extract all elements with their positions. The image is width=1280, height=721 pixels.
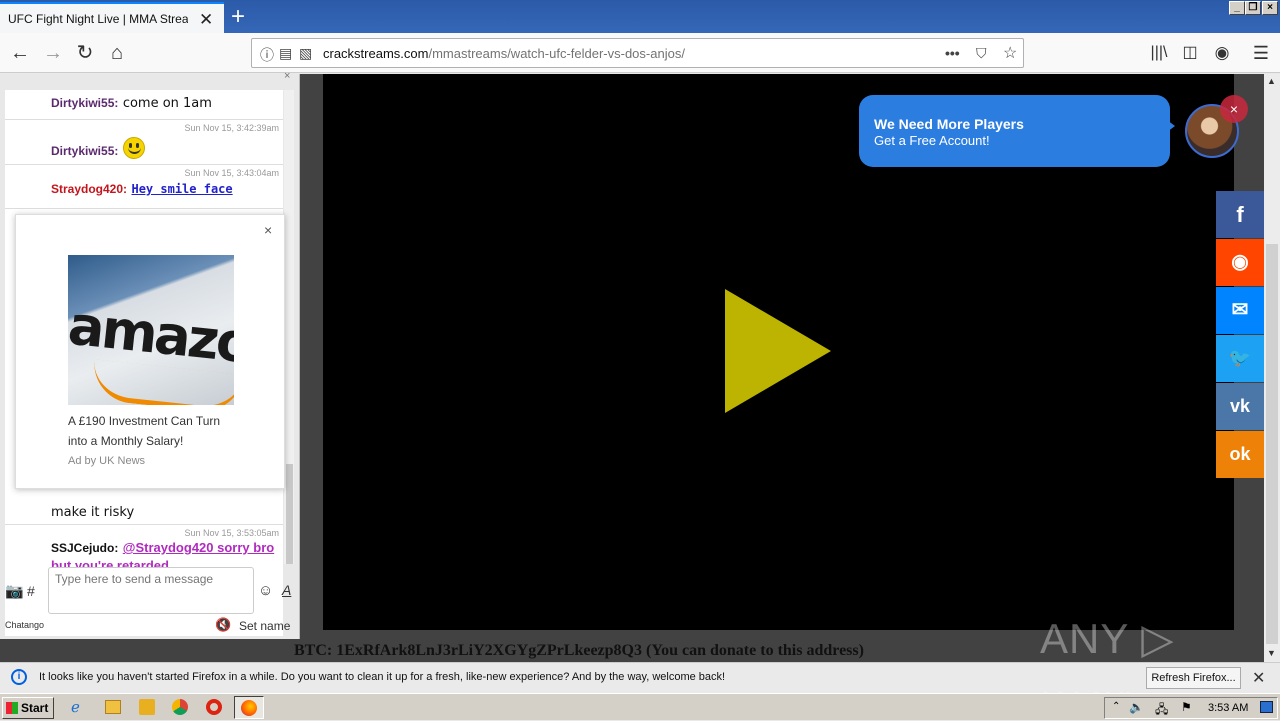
menu-icon[interactable]: ☰	[1249, 41, 1273, 65]
text-style-icon[interactable]: A	[282, 582, 291, 598]
btc-donation-text: BTC: 1ExRfArk8LnJ3rLiY2XGYgZPrLkeezp8Q3 …	[294, 642, 864, 659]
explorer-icon[interactable]	[105, 700, 121, 714]
page-actions-icon[interactable]: •••	[945, 45, 960, 61]
chat-timestamp: Sun Nov 15, 3:43:04am	[184, 168, 279, 178]
mute-icon[interactable]: 🔇	[215, 617, 231, 633]
url-text: crackstreams.com/mmastreams/watch-ufc-fe…	[323, 46, 685, 61]
reddit-share-icon[interactable]: ◉	[1216, 239, 1264, 286]
tray-expand-icon[interactable]: ⌃	[1112, 701, 1120, 712]
ad-close-icon[interactable]: ×	[264, 222, 272, 238]
promo-bubble[interactable]: We Need More Players Get a Free Account!	[859, 95, 1170, 167]
ad-image-text: amazo	[68, 293, 234, 376]
bookmark-star-icon[interactable]: ☆	[1003, 43, 1017, 63]
chat-message: Dirtykiwi55: come on 1am	[5, 90, 283, 120]
network-icon[interactable]: 🖧	[1155, 700, 1168, 721]
chat-scrollbar-thumb[interactable]	[286, 464, 293, 564]
promo-close-icon[interactable]: ×	[1220, 95, 1248, 123]
chat-close-icon[interactable]: ×	[284, 70, 290, 82]
restore-icon[interactable]: ❐	[1245, 1, 1261, 15]
show-desktop-icon[interactable]	[1260, 701, 1273, 713]
forward-icon[interactable]: →	[41, 41, 65, 65]
nav-bar: ← → ↻ ⌂ ⓘ ▤ ▧ crackstreams.com/mmastream…	[0, 33, 1280, 73]
firefox-taskbar-button[interactable]	[234, 696, 264, 719]
chat-username[interactable]: Dirtykiwi55:	[51, 144, 118, 158]
info-icon[interactable]: ⓘ	[260, 45, 274, 65]
ad-headline[interactable]: A £190 Investment Can Turn into a Monthl…	[68, 411, 238, 451]
promo-bubble-tail	[1163, 117, 1175, 135]
chat-username[interactable]: SSJCejudo:	[51, 541, 118, 555]
page-scrollbar[interactable]: ▲ ▼	[1264, 74, 1280, 662]
account-icon[interactable]: ◉	[1210, 41, 1234, 65]
chatango-logo[interactable]: Chatango	[5, 620, 44, 630]
notification-bar: i It looks like you haven't started Fire…	[0, 662, 1280, 692]
chat-timestamp: Sun Nov 15, 3:53:05am	[184, 528, 279, 538]
refresh-firefox-button[interactable]: Refresh Firefox...	[1146, 667, 1241, 689]
url-bar[interactable]: ⓘ ▤ ▧ crackstreams.com/mmastreams/watch-…	[251, 38, 1024, 68]
firefox-icon	[241, 700, 257, 716]
opera-icon[interactable]	[206, 699, 222, 715]
facebook-share-icon[interactable]: f	[1216, 191, 1264, 238]
start-button[interactable]: Start	[2, 697, 54, 719]
set-name-button[interactable]: Set name	[239, 619, 290, 633]
tab-strip: UFC Fight Night Live | MMA Streams | U ✕…	[0, 0, 1280, 33]
sidebar-icon[interactable]: ◫	[1178, 41, 1202, 65]
chat-message: Sun Nov 15, 3:43:04am Straydog420: Hey s…	[5, 165, 283, 209]
library-icon[interactable]: |||\	[1147, 41, 1171, 65]
clock: 3:53 AM	[1208, 702, 1249, 714]
home-icon[interactable]: ⌂	[105, 41, 129, 65]
chat-username[interactable]: Dirtykiwi55:	[51, 96, 118, 110]
taskbar: Start ℯ ⌃ 🔈 🖧 ⚑ 3:53 AM	[0, 693, 1280, 720]
minimize-icon[interactable]: _	[1229, 1, 1245, 15]
messenger-share-icon[interactable]: ✉	[1216, 287, 1264, 334]
chat-text: come on 1am	[122, 96, 212, 111]
media-player-icon[interactable]	[139, 699, 155, 715]
chat-timestamp: Sun Nov 15, 3:42:39am	[184, 123, 279, 133]
tab-active[interactable]: UFC Fight Night Live | MMA Streams | U ✕	[0, 2, 224, 33]
tracking-icon[interactable]: ▧	[299, 45, 312, 62]
scroll-up-icon[interactable]: ▲	[1267, 76, 1276, 86]
twitter-share-icon[interactable]: 🐦	[1216, 335, 1264, 382]
notification-text: It looks like you haven't started Firefo…	[39, 671, 726, 683]
start-label: Start	[21, 701, 49, 715]
volume-icon[interactable]: 🔈	[1129, 700, 1144, 714]
flag-icon[interactable]: ⚑	[1181, 700, 1192, 714]
permissions-icon[interactable]: ▤	[279, 45, 292, 62]
chat-text[interactable]: Hey smile face	[131, 182, 232, 196]
reload-icon[interactable]: ↻	[73, 41, 97, 65]
camera-icon[interactable]: 📷	[5, 582, 24, 600]
url-path: /mmastreams/watch-ufc-felder-vs-dos-anjo…	[428, 46, 685, 61]
play-icon[interactable]	[725, 289, 835, 414]
page-scrollbar-thumb[interactable]	[1266, 244, 1278, 644]
promo-title: We Need More Players	[874, 116, 1024, 132]
ad-image[interactable]: amazo	[68, 255, 234, 405]
promo-subtitle: Get a Free Account!	[874, 133, 990, 148]
ad-source: Ad by UK News	[68, 455, 146, 467]
chat-message: make it risky	[5, 485, 283, 525]
hashtag-button[interactable]: #	[27, 583, 35, 599]
back-icon[interactable]: ←	[8, 41, 32, 65]
chat-message: Sun Nov 15, 3:42:39am Dirtykiwi55:	[5, 120, 283, 165]
smiley-icon	[123, 137, 145, 159]
odnoklassniki-share-icon[interactable]: ok	[1216, 431, 1264, 478]
system-tray: ⌃ 🔈 🖧 ⚑	[1104, 697, 1278, 719]
chat-message-input[interactable]	[55, 572, 251, 586]
ie-icon[interactable]: ℯ	[71, 698, 80, 716]
emoji-icon[interactable]: ☺	[258, 582, 273, 599]
info-icon: i	[11, 669, 27, 685]
tab-close-icon[interactable]: ✕	[199, 10, 213, 30]
url-host: crackstreams.com	[323, 46, 429, 61]
chat-text: make it risky	[51, 505, 135, 520]
notification-close-icon[interactable]: ✕	[1252, 668, 1265, 688]
close-window-icon[interactable]: ×	[1262, 1, 1278, 15]
chrome-icon[interactable]	[172, 699, 188, 715]
new-tab-icon[interactable]: +	[231, 3, 245, 31]
ad-popup[interactable]: × amazo A £190 Investment Can Turn into …	[15, 214, 285, 489]
pocket-icon[interactable]: ⛉	[976, 45, 987, 62]
chat-message-box[interactable]	[48, 567, 254, 614]
tab-title: UFC Fight Night Live | MMA Streams | U	[8, 12, 188, 26]
windows-logo-icon	[6, 702, 18, 714]
vk-share-icon[interactable]: vk	[1216, 383, 1264, 430]
chat-username[interactable]: Straydog420:	[51, 182, 127, 196]
